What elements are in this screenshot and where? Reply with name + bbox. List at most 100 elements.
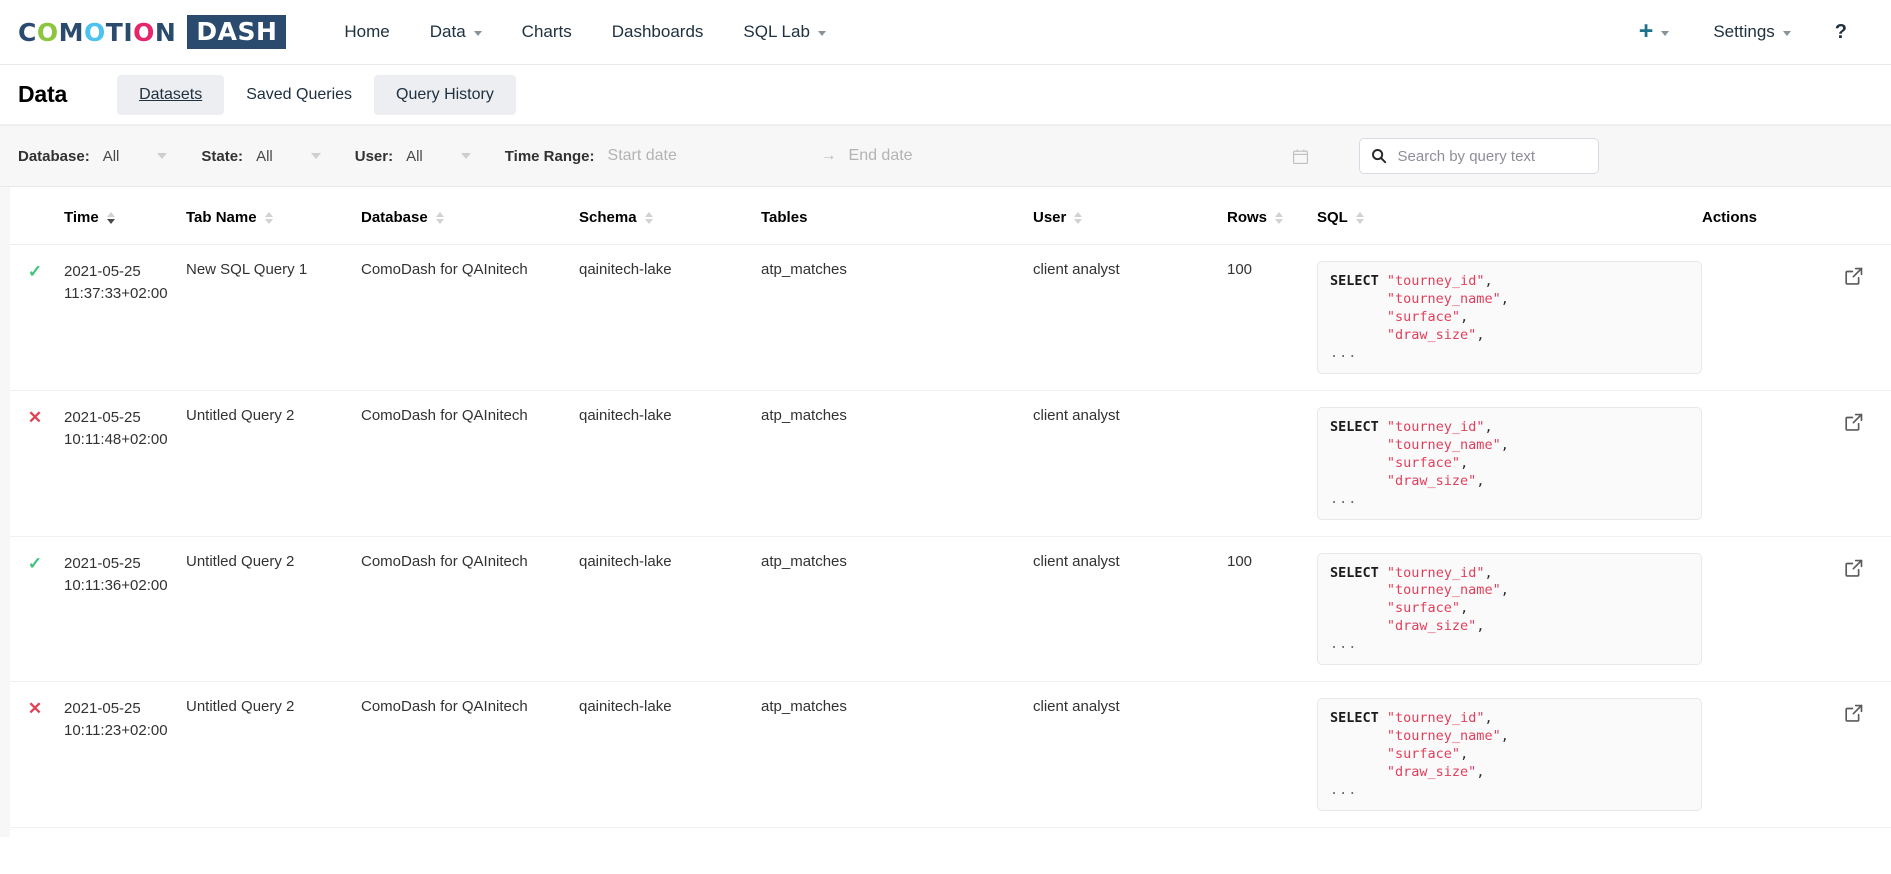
table-row[interactable]: ✓ 2021-05-25 11:37:33+02:00 New SQL Query 1… xyxy=(0,245,1891,391)
filter-state-value[interactable]: All xyxy=(256,148,273,165)
row-sql-cell[interactable]: SELECT "tourney_id", "tourney_name", "su… xyxy=(1311,245,1702,391)
sort-toggle-rows-icon[interactable] xyxy=(1275,211,1284,224)
chevron-down-icon xyxy=(817,30,826,36)
row-user-cell: client analyst xyxy=(1033,698,1120,716)
nav-item-data[interactable]: Data xyxy=(410,0,502,64)
table-row[interactable]: ✓ 2021-05-25 10:11:36+02:00 Untitled Query … xyxy=(0,536,1891,682)
nav-item-dashboards[interactable]: Dashboards xyxy=(592,0,724,64)
row-tables-cell: atp_matches xyxy=(761,698,847,716)
sort-toggle-time-icon[interactable] xyxy=(106,211,115,224)
start-date-input[interactable]: Start date xyxy=(608,147,821,165)
status-success-icon: ✓ xyxy=(27,262,43,281)
row-date: 2021-05-25 xyxy=(64,554,141,572)
brand-wordmark: COMOTION xyxy=(18,20,176,45)
sql-preview[interactable]: SELECT "tourney_id", "tourney_name", "su… xyxy=(1317,261,1702,374)
chevron-down-icon xyxy=(1782,30,1791,36)
chevron-down-icon[interactable] xyxy=(310,153,321,159)
settings-menu[interactable]: Settings xyxy=(1691,0,1812,64)
sort-toggle-database-icon[interactable] xyxy=(435,211,444,224)
external-link-icon[interactable] xyxy=(1843,407,1865,433)
row-sql-cell[interactable]: SELECT "tourney_id", "tourney_name", "su… xyxy=(1311,682,1702,828)
nav-item-charts[interactable]: Charts xyxy=(502,0,592,64)
row-database-cell: ComoDash for QAInitech xyxy=(361,261,528,278)
nav-item-sql-lab[interactable]: SQL Lab xyxy=(723,0,845,64)
column-header-rows[interactable]: Rows xyxy=(1221,187,1311,245)
sql-preview[interactable]: SELECT "tourney_id", "tourney_name", "su… xyxy=(1317,698,1702,812)
search-input[interactable] xyxy=(1395,146,1587,166)
column-header-schema[interactable]: Schema xyxy=(573,187,755,245)
column-header-sql[interactable]: SQL xyxy=(1311,187,1696,245)
table-header: Time Tab Name Database Schema Tables Use… xyxy=(0,187,1891,245)
column-header-time[interactable]: Time xyxy=(58,187,180,245)
filter-time-range[interactable]: Time Range: Start date → End date xyxy=(505,147,1062,165)
sql-preview[interactable]: SELECT "tourney_id", "tourney_name", "su… xyxy=(1317,406,1702,520)
external-link-icon[interactable] xyxy=(1843,698,1865,724)
sort-toggle-tab-name-icon[interactable] xyxy=(264,211,273,224)
new-item-menu[interactable]: + xyxy=(1617,0,1692,64)
tab-query-history[interactable]: Query History xyxy=(374,74,516,115)
query-history-table-area: Time Tab Name Database Schema Tables Use… xyxy=(0,187,1891,829)
tab-saved-queries[interactable]: Saved Queries xyxy=(224,75,374,115)
row-tab-name-cell: New SQL Query 1 xyxy=(186,261,308,278)
tab-datasets[interactable]: Datasets xyxy=(117,74,225,115)
filter-database[interactable]: Database: All xyxy=(18,148,168,165)
row-user-cell: client analyst xyxy=(1033,552,1120,570)
column-header-user[interactable]: User xyxy=(1027,187,1221,245)
primary-nav: Home Data Charts Dashboards SQL Lab xyxy=(324,0,846,64)
chevron-down-icon[interactable] xyxy=(157,153,168,159)
row-tab-name-cell: Untitled Query 2 xyxy=(186,406,295,424)
row-time-cell: 2021-05-25 10:11:36+02:00 xyxy=(58,536,180,682)
row-sql-cell[interactable]: SELECT "tourney_id", "tourney_name", "su… xyxy=(1311,536,1702,682)
left-gutter-rail xyxy=(0,187,10,838)
status-failed-icon: ✕ xyxy=(27,699,43,719)
row-user-cell: client analyst xyxy=(1033,261,1120,278)
row-schema-cell: qainitech-lake xyxy=(579,406,672,424)
table-row[interactable]: ✕ 2021-05-25 10:11:48+02:00 Untitled Query … xyxy=(0,390,1891,537)
row-database-cell: ComoDash for QAInitech xyxy=(361,552,528,570)
column-header-tab-name[interactable]: Tab Name xyxy=(180,187,355,245)
row-date: 2021-05-25 xyxy=(64,700,141,718)
filter-user[interactable]: User: All xyxy=(355,148,471,165)
logo-letter-6: I xyxy=(123,17,134,47)
table-header-row: Time Tab Name Database Schema Tables Use… xyxy=(0,187,1891,245)
filter-user-value[interactable]: All xyxy=(406,148,423,165)
sort-toggle-sql-icon[interactable] xyxy=(1355,211,1364,224)
end-date-input[interactable]: End date xyxy=(849,147,1062,165)
row-rows-cell xyxy=(1221,682,1311,828)
logo-letter-7: O xyxy=(133,17,155,47)
search-box[interactable] xyxy=(1358,138,1599,174)
chevron-down-icon[interactable] xyxy=(460,153,471,159)
status-success-icon: ✓ xyxy=(27,553,43,573)
filter-database-value[interactable]: All xyxy=(103,148,120,165)
column-header-tab-name-label: Tab Name xyxy=(186,209,257,226)
logo-letter-8: N xyxy=(154,17,177,47)
column-header-actions: Actions xyxy=(1696,187,1891,245)
column-header-actions-label: Actions xyxy=(1702,209,1758,226)
column-header-rows-label: Rows xyxy=(1227,209,1268,226)
row-schema-cell: qainitech-lake xyxy=(579,552,672,570)
sql-preview[interactable]: SELECT "tourney_id", "tourney_name", "su… xyxy=(1317,552,1702,666)
calendar-icon[interactable] xyxy=(1292,148,1309,165)
row-sql-cell[interactable]: SELECT "tourney_id", "tourney_name", "su… xyxy=(1311,390,1702,536)
nav-item-data-label: Data xyxy=(429,22,466,41)
row-time-cell: 2021-05-25 10:11:48+02:00 xyxy=(58,390,180,536)
sort-toggle-schema-icon[interactable] xyxy=(644,211,653,224)
column-header-database[interactable]: Database xyxy=(355,187,573,245)
brand-logo[interactable]: COMOTION DASH xyxy=(18,15,287,49)
table-body: ✓ 2021-05-25 11:37:33+02:00 New SQL Query 1… xyxy=(0,245,1891,828)
external-link-icon[interactable] xyxy=(1843,553,1865,579)
external-link-icon[interactable] xyxy=(1843,261,1865,287)
row-rows-cell xyxy=(1221,390,1311,536)
filter-time-range-label: Time Range: xyxy=(504,147,595,165)
table-row[interactable]: ✕ 2021-05-25 10:11:23+02:00 Untitled Query … xyxy=(0,682,1891,828)
horizontal-scrollbar[interactable] xyxy=(0,828,1891,838)
help-button[interactable]: ? xyxy=(1813,0,1869,64)
date-range-arrow-icon: → xyxy=(820,147,837,164)
sort-toggle-user-icon[interactable] xyxy=(1074,211,1083,224)
row-tables-cell: atp_matches xyxy=(761,552,847,570)
logo-letter-3: M xyxy=(58,17,85,47)
nav-item-home[interactable]: Home xyxy=(324,0,409,64)
question-mark-icon: ? xyxy=(1834,20,1847,43)
nav-item-home-label: Home xyxy=(344,22,390,41)
filter-state[interactable]: State: All xyxy=(201,148,321,165)
